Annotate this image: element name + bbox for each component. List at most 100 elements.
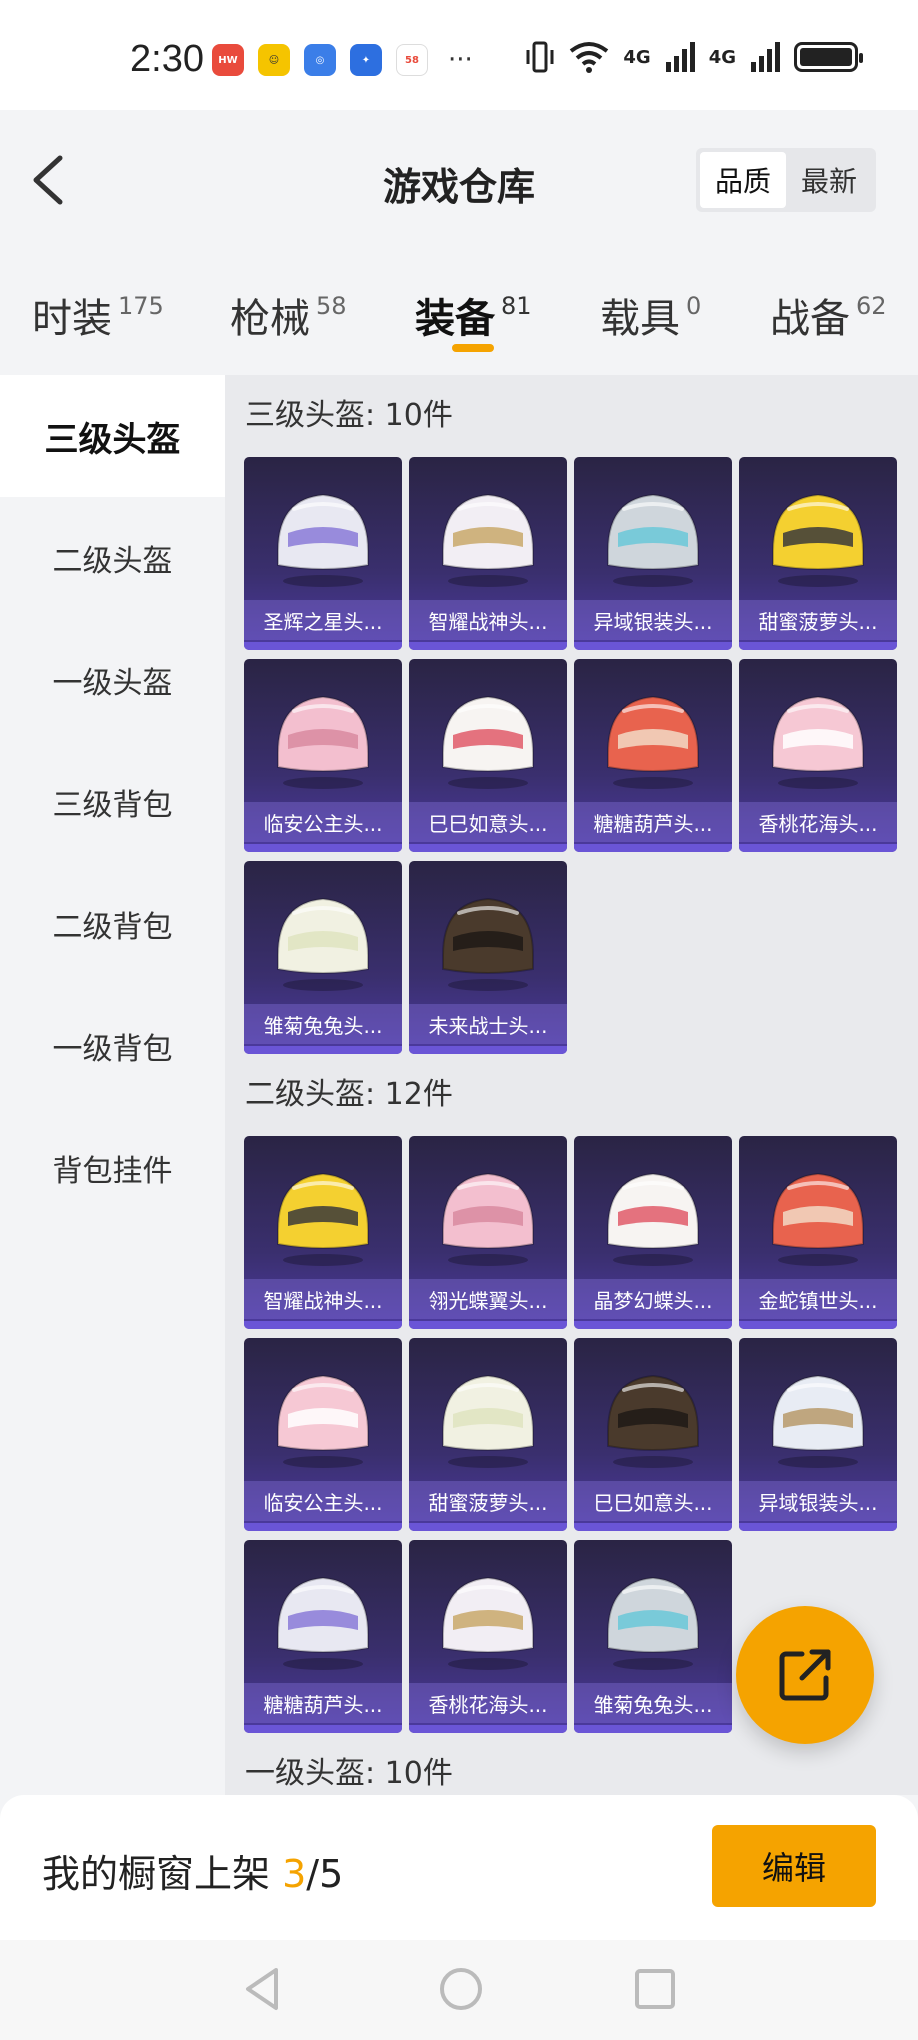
wifi-icon — [570, 42, 609, 73]
helmet-image — [772, 1172, 864, 1266]
helmet-image — [607, 1172, 699, 1266]
helmet-image — [277, 897, 369, 991]
helmet-image — [772, 695, 864, 789]
section-title: 二级头盔: 12件 — [245, 1077, 453, 1112]
item-grid: 圣辉之星头... 智耀战神头... 异域银装头... 甜蜜菠萝头... 临安公主头...… — [244, 457, 918, 1054]
nav-recents-icon[interactable] — [630, 1964, 680, 2014]
share-button[interactable] — [736, 1606, 874, 1744]
nav-home-icon[interactable] — [436, 1964, 486, 2014]
active-tab-indicator — [452, 344, 494, 352]
item-card[interactable]: 异域银装头... — [739, 1338, 897, 1531]
subcategory-sidebar: 三级头盔 二级头盔 一级头盔 三级背包 二级背包 一级背包 背包挂件 — [0, 375, 225, 1795]
item-name: 巳巳如意头... — [409, 802, 567, 842]
sidebar-item-level3-backpack[interactable]: 三级背包 — [0, 741, 225, 863]
item-card[interactable]: 糖糖葫芦头... — [574, 659, 732, 852]
tab-label: 装备 — [415, 296, 495, 342]
item-name: 甜蜜菠萝头... — [739, 600, 897, 640]
tab-fashion[interactable]: 时装 175 — [32, 286, 164, 344]
header: 游戏仓库 品质 最新 — [0, 110, 918, 250]
item-card[interactable]: 香桃花海头... — [409, 1540, 567, 1733]
helmet-image — [442, 1576, 534, 1670]
signal-label-1: 4G — [623, 46, 651, 68]
item-card[interactable]: 智耀战神头... — [244, 1136, 402, 1329]
signal-bars-icon — [665, 42, 695, 72]
helmet-image — [607, 493, 699, 587]
helmet-image — [442, 897, 534, 991]
browser-app-icon: ◎ — [304, 44, 336, 76]
item-name: 金蛇镇世头... — [739, 1279, 897, 1319]
item-name: 雏菊兔兔头... — [574, 1683, 732, 1723]
share-external-icon — [779, 1649, 831, 1701]
tab-count: 81 — [501, 292, 532, 320]
sort-quality-button[interactable]: 品质 — [700, 152, 786, 208]
helmet-image — [442, 695, 534, 789]
tab-equipment[interactable]: 装备 81 — [415, 286, 532, 344]
tab-count: 62 — [856, 292, 887, 320]
helmet-image — [442, 1374, 534, 1468]
item-card[interactable]: 未来战士头... — [409, 861, 567, 1054]
item-card[interactable]: 智耀战神头... — [409, 457, 567, 650]
sidebar-item-level3-helmet[interactable]: 三级头盔 — [0, 375, 225, 497]
item-name: 圣辉之星头... — [244, 600, 402, 640]
item-card[interactable]: 巳巳如意头... — [409, 659, 567, 852]
item-name: 香桃花海头... — [739, 802, 897, 842]
sort-toggle: 品质 最新 — [696, 148, 876, 212]
tab-supplies[interactable]: 战备 62 — [770, 286, 887, 344]
sort-newest-button[interactable]: 最新 — [786, 152, 872, 208]
tab-count: 175 — [118, 292, 164, 320]
more-notifications-icon: ··· — [448, 45, 473, 75]
item-name: 香桃花海头... — [409, 1683, 567, 1723]
battery-icon — [794, 42, 863, 72]
system-nav-bar — [0, 1940, 918, 2040]
sidebar-item-level2-helmet[interactable]: 二级头盔 — [0, 497, 225, 619]
helmet-image — [277, 1576, 369, 1670]
nav-back-icon[interactable] — [238, 1964, 288, 2014]
helmet-image — [442, 1172, 534, 1266]
sidebar-item-backpack-charm[interactable]: 背包挂件 — [0, 1107, 225, 1229]
item-card[interactable]: 晶梦幻蝶头... — [574, 1136, 732, 1329]
item-card[interactable]: 金蛇镇世头... — [739, 1136, 897, 1329]
sidebar-item-level2-backpack[interactable]: 二级背包 — [0, 863, 225, 985]
item-card[interactable]: 巳巳如意头... — [574, 1338, 732, 1531]
section-title: 三级头盔: 10件 — [245, 398, 453, 433]
sidebar-item-level1-helmet[interactable]: 一级头盔 — [0, 619, 225, 741]
item-card[interactable]: 临安公主头... — [244, 659, 402, 852]
category-tabs: 时装 175 枪械 58 装备 81 载具 0 战备 62 — [0, 250, 918, 375]
item-card[interactable]: 甜蜜菠萝头... — [739, 457, 897, 650]
tab-vehicles[interactable]: 载具 0 — [600, 286, 701, 344]
showcase-bar: 我的橱窗上架 3/5 编辑 — [0, 1795, 918, 1940]
item-list[interactable]: 三级头盔: 10件 圣辉之星头... 智耀战神头... 异域银装头... 甜蜜菠萝头.… — [225, 375, 918, 1795]
tab-label: 战备 — [770, 296, 850, 342]
item-card[interactable]: 香桃花海头... — [739, 659, 897, 852]
item-name: 临安公主头... — [244, 1481, 402, 1521]
helmet-image — [442, 493, 534, 587]
tab-label: 载具 — [600, 296, 680, 342]
game-app-icon: ☺ — [258, 44, 290, 76]
item-card[interactable]: 圣辉之星头... — [244, 457, 402, 650]
item-card[interactable]: 甜蜜菠萝头... — [409, 1338, 567, 1531]
item-card[interactable]: 异域银装头... — [574, 457, 732, 650]
item-name: 异域银装头... — [739, 1481, 897, 1521]
helmet-image — [277, 493, 369, 587]
item-card[interactable]: 雏菊兔兔头... — [244, 861, 402, 1054]
tab-label: 枪械 — [230, 296, 310, 342]
sidebar-item-level1-backpack[interactable]: 一级背包 — [0, 985, 225, 1107]
edit-button[interactable]: 编辑 — [712, 1825, 876, 1907]
status-bar: 2:30 HW ☺ ◎ ✦ 58 ··· 4G 4G — [0, 0, 918, 110]
tab-firearms[interactable]: 枪械 58 — [230, 286, 347, 344]
item-card[interactable]: 临安公主头... — [244, 1338, 402, 1531]
helmet-image — [607, 1374, 699, 1468]
tab-count: 58 — [316, 292, 347, 320]
item-name: 智耀战神头... — [244, 1279, 402, 1319]
helmet-image — [277, 1172, 369, 1266]
item-name: 翎光蝶翼头... — [409, 1279, 567, 1319]
status-app-icons: HW ☺ ◎ ✦ 58 ··· — [212, 44, 473, 76]
showcase-total: /5 — [306, 1852, 344, 1896]
helmet-image — [607, 695, 699, 789]
item-name: 晶梦幻蝶头... — [574, 1279, 732, 1319]
item-card[interactable]: 糖糖葫芦头... — [244, 1540, 402, 1733]
item-name: 临安公主头... — [244, 802, 402, 842]
item-card[interactable]: 雏菊兔兔头... — [574, 1540, 732, 1733]
item-card[interactable]: 翎光蝶翼头... — [409, 1136, 567, 1329]
item-name: 雏菊兔兔头... — [244, 1004, 402, 1044]
